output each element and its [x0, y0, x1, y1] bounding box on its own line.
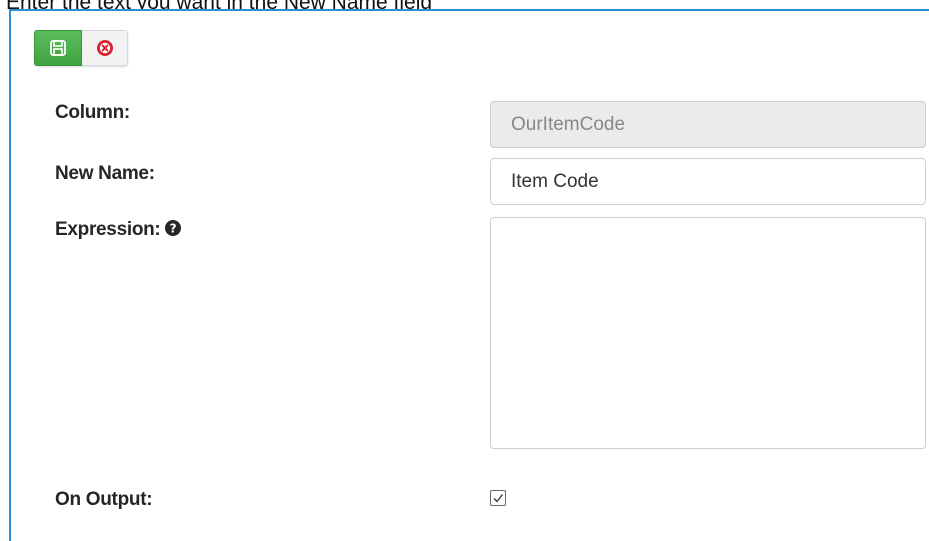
save-icon	[50, 40, 66, 56]
save-button[interactable]	[34, 30, 82, 66]
cancel-button[interactable]	[82, 30, 128, 66]
new-name-label: New Name:	[55, 163, 155, 184]
help-icon[interactable]: ?	[164, 219, 182, 243]
new-name-field[interactable]	[490, 158, 926, 205]
expression-label: Expression:	[55, 219, 161, 240]
checkmark-icon	[493, 494, 504, 503]
column-label: Column:	[55, 102, 130, 123]
on-output-checkbox[interactable]	[490, 490, 506, 506]
expression-field[interactable]	[490, 217, 926, 449]
svg-text:?: ?	[170, 222, 177, 236]
cancel-circle-icon	[96, 40, 113, 56]
expression-label-row: Expression:?	[55, 219, 182, 243]
column-field	[490, 101, 926, 148]
on-output-label: On Output:	[55, 489, 153, 510]
form-toolbar	[34, 30, 128, 66]
